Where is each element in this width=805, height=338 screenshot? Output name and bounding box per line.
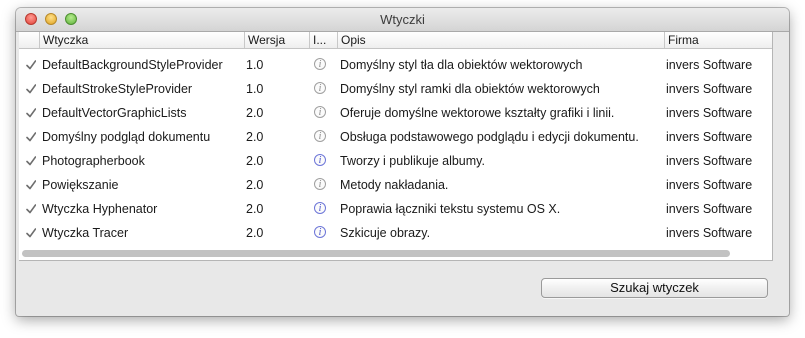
- plugin-version: 1.0: [246, 58, 264, 72]
- info-icon[interactable]: i: [314, 106, 326, 118]
- plugin-description: Oferuje domyślne wektorowe kształty graf…: [340, 106, 615, 120]
- plugin-description: Domyślny styl tła dla obiektów wektorowy…: [340, 58, 583, 72]
- plugin-company: invers Software: [666, 202, 753, 216]
- plugin-name: DefaultBackgroundStyleProvider: [42, 58, 223, 72]
- column-header-enabled[interactable]: [19, 32, 39, 48]
- title-bar[interactable]: Wtyczki: [16, 8, 789, 32]
- plugin-version: 2.0: [246, 202, 264, 216]
- info-icon[interactable]: i: [314, 82, 326, 94]
- plugin-name: Powiększanie: [42, 178, 119, 192]
- plugin-description: Metody nakładania.: [340, 178, 449, 192]
- plugin-company: invers Software: [666, 82, 753, 96]
- column-header-description[interactable]: Opis: [337, 32, 664, 48]
- plugin-company: invers Software: [666, 106, 753, 120]
- plugin-version: 2.0: [246, 154, 264, 168]
- info-icon[interactable]: i: [314, 154, 326, 166]
- table-row[interactable]: Wtyczka Tracer 2.0 i Szkicuje obrazy. invers…: [19, 221, 772, 245]
- plugins-table: Wtyczka Wersja I... Opis Firma DefaultBa…: [19, 32, 773, 261]
- table-header: Wtyczka Wersja I... Opis Firma: [19, 32, 772, 49]
- plugin-name: Domyślny podgląd dokumentu: [42, 130, 211, 144]
- info-icon[interactable]: i: [314, 226, 326, 238]
- plugin-description: Obsługa podstawowego podglądu i edycji d…: [340, 130, 639, 144]
- info-icon[interactable]: i: [314, 130, 326, 142]
- plugin-name: Wtyczka Hyphenator: [42, 202, 158, 216]
- plugin-description: Domyślny styl ramki dla obiektów wektoro…: [340, 82, 600, 96]
- table-row[interactable]: DefaultStrokeStyleProvider 1.0 i Domyślny s…: [19, 77, 772, 101]
- table-row[interactable]: Powiększanie 2.0 i Metody nakładania. invers…: [19, 173, 772, 197]
- checkmark-icon[interactable]: [26, 60, 36, 70]
- checkmark-icon[interactable]: [26, 84, 36, 94]
- plugin-company: invers Software: [666, 178, 753, 192]
- plugin-version: 2.0: [246, 130, 264, 144]
- checkmark-icon[interactable]: [26, 108, 36, 118]
- column-header-company[interactable]: Firma: [664, 32, 772, 48]
- table-row[interactable]: Domyślny podgląd dokumentu 2.0 i Obsługa po…: [19, 125, 772, 149]
- plugin-version: 1.0: [246, 82, 264, 96]
- horizontal-scrollbar[interactable]: [19, 247, 772, 260]
- table-row[interactable]: DefaultVectorGraphicLists 2.0 i Oferuje dom…: [19, 101, 772, 125]
- column-header-info[interactable]: I...: [309, 32, 337, 48]
- plugin-company: invers Software: [666, 58, 753, 72]
- plugin-version: 2.0: [246, 178, 264, 192]
- plugin-company: invers Software: [666, 130, 753, 144]
- checkmark-icon[interactable]: [26, 204, 36, 214]
- table-row[interactable]: Photographerbook 2.0 i Tworzy i publikuje a…: [19, 149, 772, 173]
- plugin-name: DefaultStrokeStyleProvider: [42, 82, 193, 96]
- info-icon[interactable]: i: [314, 58, 326, 70]
- plugin-name: DefaultVectorGraphicLists: [42, 106, 187, 120]
- checkmark-icon[interactable]: [26, 180, 36, 190]
- plugin-name: Photographerbook: [42, 154, 145, 168]
- plugin-description: Szkicuje obrazy.: [340, 226, 431, 240]
- plugin-description: Tworzy i publikuje albumy.: [340, 154, 485, 168]
- column-header-plugin[interactable]: Wtyczka: [39, 32, 244, 48]
- window-title: Wtyczki: [380, 12, 425, 27]
- table-row[interactable]: DefaultBackgroundStyleProvider 1.0 i Domyśl…: [19, 53, 772, 77]
- checkmark-icon[interactable]: [26, 132, 36, 142]
- search-plugins-button[interactable]: Szukaj wtyczek: [541, 278, 768, 298]
- plugin-name: Wtyczka Tracer: [42, 226, 129, 240]
- checkmark-icon[interactable]: [26, 156, 36, 166]
- table-row[interactable]: Wtyczka Hyphenator 2.0 i Poprawia łączniki …: [19, 197, 772, 221]
- checkmark-icon[interactable]: [26, 228, 36, 238]
- plugin-version: 2.0: [246, 106, 264, 120]
- column-header-version[interactable]: Wersja: [244, 32, 309, 48]
- plugins-window: Wtyczki Wtyczka Wersja I... Opis Firma D…: [16, 8, 789, 316]
- plugin-company: invers Software: [666, 154, 753, 168]
- info-icon[interactable]: i: [314, 202, 326, 214]
- plugin-version: 2.0: [246, 226, 264, 240]
- scrollbar-thumb[interactable]: [22, 250, 730, 257]
- plugin-description: Poprawia łączniki tekstu systemu OS X.: [340, 202, 561, 216]
- plugin-company: invers Software: [666, 226, 753, 240]
- info-icon[interactable]: i: [314, 178, 326, 190]
